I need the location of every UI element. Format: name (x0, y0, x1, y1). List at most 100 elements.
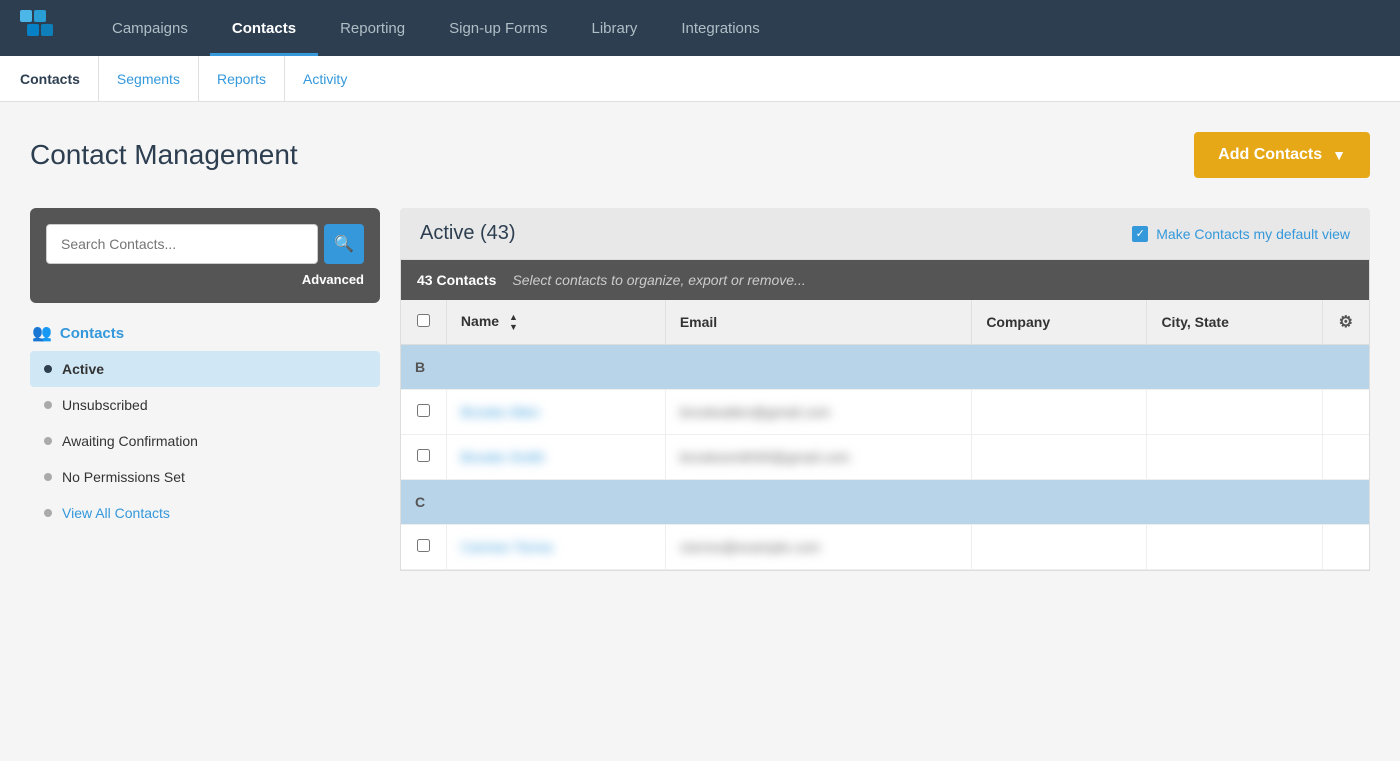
add-contacts-button[interactable]: Add Contacts ▼ (1194, 132, 1370, 178)
row-settings-cell (1322, 390, 1369, 435)
sidebar-item-no-permissions[interactable]: No Permissions Set (30, 459, 380, 495)
active-banner-title: Active (43) (420, 222, 516, 245)
table-body: B Brooke Allen brookeallen@gmail.com (401, 345, 1369, 570)
sub-nav: Contacts Segments Reports Activity (0, 56, 1400, 102)
group-letter-c: C (401, 480, 1369, 525)
main-content: Contact Management Add Contacts ▼ 🔍 Adva… (0, 102, 1400, 761)
unsubscribed-dot-icon (44, 401, 52, 409)
search-icon: 🔍 (334, 234, 354, 254)
contact-email-blurred: brookesmith90@gmail.com (680, 449, 850, 465)
row-checkbox[interactable] (417, 449, 430, 462)
company-cell (972, 390, 1147, 435)
contacts-group-icon: 👥 (32, 323, 52, 343)
table-row: Brooke Allen brookeallen@gmail.com (401, 390, 1369, 435)
subnav-segments[interactable]: Segments (99, 56, 199, 102)
nav-integrations[interactable]: Integrations (659, 0, 781, 56)
sidebar-item-awaiting[interactable]: Awaiting Confirmation (30, 423, 380, 459)
company-cell (972, 525, 1147, 570)
city-cell (1147, 435, 1322, 480)
name-sort-icon[interactable]: ▲▼ (509, 313, 518, 332)
email-cell: brookesmith90@gmail.com (665, 435, 971, 480)
nav-signup-forms[interactable]: Sign-up Forms (427, 0, 569, 56)
sidebar-section: 👥 Contacts Active Unsubscribed Awaiting … (30, 323, 380, 531)
row-checkbox-cell[interactable] (401, 435, 446, 480)
city-column-header: City, State (1147, 300, 1322, 345)
sidebar-no-permissions-label: No Permissions Set (62, 469, 185, 485)
contact-name-blurred: Brooke Smith (461, 449, 545, 465)
settings-gear-icon[interactable]: ⚙ (1339, 314, 1353, 331)
organize-hint: Select contacts to organize, export or r… (512, 272, 805, 288)
row-checkbox-cell[interactable] (401, 525, 446, 570)
contacts-table: Name ▲▼ Email Company City, State ⚙ (401, 300, 1369, 570)
content-layout: 🔍 Advanced 👥 Contacts Active Unsubscrib (30, 208, 1370, 571)
row-checkbox[interactable] (417, 404, 430, 417)
page-header: Contact Management Add Contacts ▼ (30, 132, 1370, 178)
default-view-checkbox-row[interactable]: ✓ Make Contacts my default view (1132, 226, 1350, 242)
group-letter-b: B (401, 345, 1369, 390)
sidebar-active-label: Active (62, 361, 104, 377)
view-all-label: View All Contacts (62, 505, 170, 521)
name-cell[interactable]: Carmen Torres (446, 525, 665, 570)
company-cell (972, 435, 1147, 480)
select-all-header[interactable] (401, 300, 446, 345)
row-settings-cell (1322, 525, 1369, 570)
contact-email-blurred: brookeallen@gmail.com (680, 404, 830, 420)
name-column-header[interactable]: Name ▲▼ (446, 300, 665, 345)
sidebar-item-unsubscribed[interactable]: Unsubscribed (30, 387, 380, 423)
sidebar-awaiting-label: Awaiting Confirmation (62, 433, 198, 449)
nav-reporting[interactable]: Reporting (318, 0, 427, 56)
nav-links: Campaigns Contacts Reporting Sign-up For… (90, 0, 1380, 56)
row-checkbox[interactable] (417, 539, 430, 552)
nav-library[interactable]: Library (569, 0, 659, 56)
dropdown-arrow-icon: ▼ (1332, 147, 1346, 163)
active-dot-icon (44, 365, 52, 373)
search-box: 🔍 Advanced (30, 208, 380, 303)
search-input[interactable] (46, 224, 318, 264)
contact-email-blurred: ctorres@example.com (680, 539, 820, 555)
contacts-count: 43 Contacts (417, 272, 496, 288)
table-row: Brooke Smith brookesmith90@gmail.com (401, 435, 1369, 480)
select-all-checkbox[interactable] (417, 314, 430, 327)
group-row-c: C (401, 480, 1369, 525)
sidebar-item-active[interactable]: Active (30, 351, 380, 387)
sidebar-unsubscribed-label: Unsubscribed (62, 397, 148, 413)
sidebar-group-label: 👥 Contacts (30, 323, 380, 343)
search-input-row: 🔍 (46, 224, 364, 264)
search-button[interactable]: 🔍 (324, 224, 364, 264)
advanced-link[interactable]: Advanced (46, 272, 364, 287)
left-sidebar: 🔍 Advanced 👥 Contacts Active Unsubscrib (30, 208, 380, 531)
group-row-b: B (401, 345, 1369, 390)
name-cell[interactable]: Brooke Smith (446, 435, 665, 480)
settings-column-header[interactable]: ⚙ (1322, 300, 1369, 345)
page-title: Contact Management (30, 139, 298, 171)
subnav-reports[interactable]: Reports (199, 56, 285, 102)
row-checkbox-cell[interactable] (401, 390, 446, 435)
no-permissions-dot-icon (44, 473, 52, 481)
city-cell (1147, 390, 1322, 435)
sidebar-group-name: Contacts (60, 325, 124, 342)
nav-contacts[interactable]: Contacts (210, 0, 318, 56)
table-row: Carmen Torres ctorres@example.com (401, 525, 1369, 570)
table-header-row: Name ▲▼ Email Company City, State ⚙ (401, 300, 1369, 345)
right-panel: Active (43) ✓ Make Contacts my default v… (400, 208, 1370, 571)
email-cell: brookeallen@gmail.com (665, 390, 971, 435)
name-column-label: Name (461, 313, 499, 329)
email-cell: ctorres@example.com (665, 525, 971, 570)
city-cell (1147, 525, 1322, 570)
row-settings-cell (1322, 435, 1369, 480)
subnav-activity[interactable]: Activity (285, 56, 365, 102)
active-banner: Active (43) ✓ Make Contacts my default v… (400, 208, 1370, 259)
default-view-checkbox[interactable]: ✓ (1132, 226, 1148, 242)
name-cell[interactable]: Brooke Allen (446, 390, 665, 435)
awaiting-dot-icon (44, 437, 52, 445)
logo[interactable] (20, 10, 60, 46)
subnav-contacts[interactable]: Contacts (20, 56, 99, 102)
company-column-header: Company (972, 300, 1147, 345)
contact-name-blurred: Carmen Torres (461, 539, 553, 555)
nav-campaigns[interactable]: Campaigns (90, 0, 210, 56)
table-container: 43 Contacts Select contacts to organize,… (400, 259, 1370, 571)
email-column-header: Email (665, 300, 971, 345)
view-all-dot-icon (44, 509, 52, 517)
default-view-label: Make Contacts my default view (1156, 226, 1350, 242)
view-all-contacts-link[interactable]: View All Contacts (30, 495, 380, 531)
